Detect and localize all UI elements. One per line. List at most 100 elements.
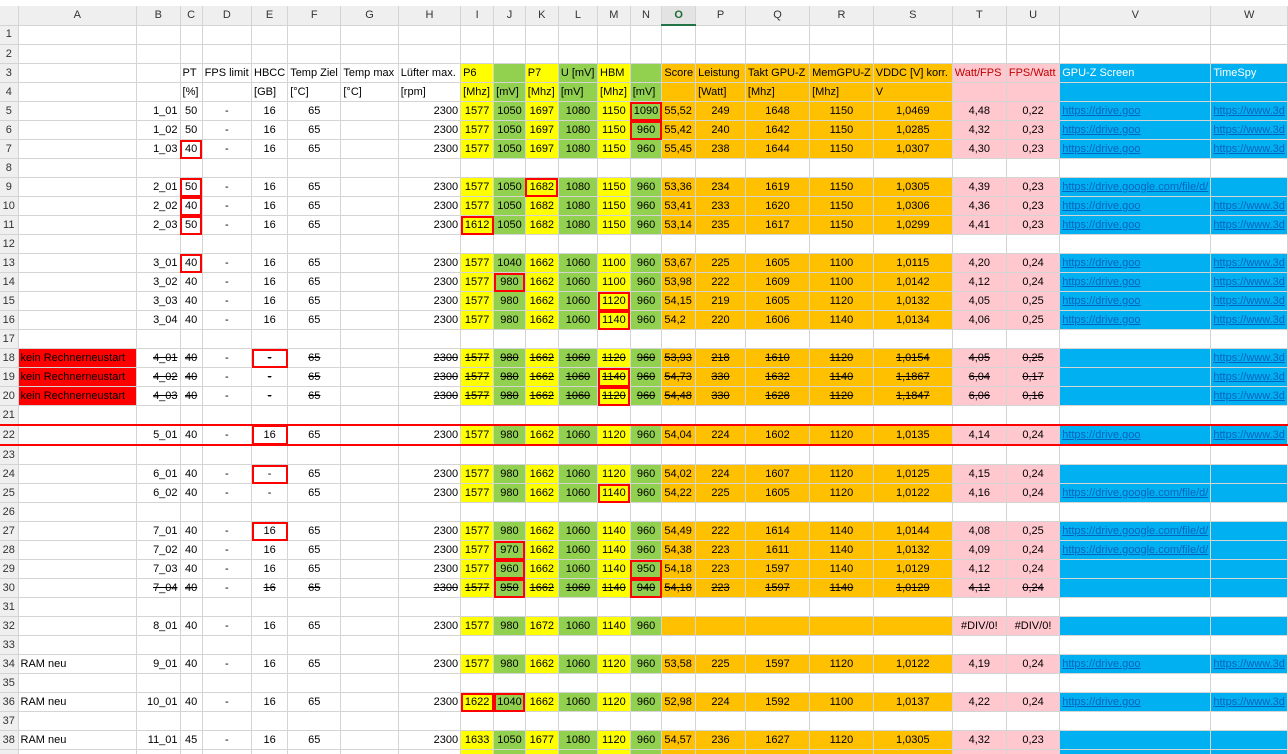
- cell-w9[interactable]: [1210, 177, 1288, 197]
- column-header-c[interactable]: C: [180, 6, 203, 26]
- cell-u35[interactable]: [1006, 673, 1061, 693]
- cell-m7[interactable]: 1150: [597, 139, 631, 159]
- header-cell-c3[interactable]: PT: [180, 63, 203, 83]
- cell-u15[interactable]: 0,25: [1006, 291, 1061, 311]
- cell-e12[interactable]: [251, 234, 289, 254]
- cell-t13[interactable]: 4,20: [952, 253, 1007, 273]
- cell-n29[interactable]: 950: [630, 559, 663, 579]
- cell-k17[interactable]: [525, 329, 559, 349]
- cell-h27[interactable]: 2300: [398, 521, 462, 541]
- cell-a36[interactable]: RAM neu: [18, 692, 138, 712]
- cell-l25[interactable]: 1060: [558, 483, 599, 503]
- cell-f22[interactable]: 65: [287, 424, 342, 446]
- cell-s34[interactable]: 1,0122: [873, 654, 953, 674]
- cell-f8[interactable]: [287, 158, 342, 178]
- cell-q17[interactable]: [745, 329, 811, 349]
- cell-b26[interactable]: [136, 502, 181, 522]
- cell-v30[interactable]: [1059, 578, 1212, 598]
- cell-l29[interactable]: 1060: [558, 559, 599, 579]
- cell-n17[interactable]: [630, 329, 663, 349]
- cell-k20[interactable]: 1662: [525, 386, 559, 406]
- cell-a37[interactable]: [18, 711, 138, 731]
- cell-l11[interactable]: 1080: [558, 215, 599, 235]
- cell-m25[interactable]: 1140: [597, 483, 631, 503]
- row-header-8[interactable]: 8: [0, 158, 19, 178]
- cell-o25[interactable]: 54,22: [661, 483, 697, 503]
- gpuz-link[interactable]: https://drive.google.com/file/d/: [1062, 181, 1208, 193]
- header-cell-b3[interactable]: [136, 63, 181, 83]
- cell-h35[interactable]: [398, 673, 462, 693]
- cell-f12[interactable]: [287, 234, 342, 254]
- cell-a29[interactable]: [18, 559, 138, 579]
- cell-k32[interactable]: 1672: [525, 616, 559, 636]
- cell-d18[interactable]: -: [202, 348, 253, 368]
- cell-t25[interactable]: 4,16: [952, 483, 1007, 503]
- cell-q1[interactable]: [745, 25, 811, 45]
- cell-k35[interactable]: [525, 673, 559, 693]
- cell-k13[interactable]: 1662: [525, 253, 559, 273]
- cell-n10[interactable]: 960: [630, 196, 663, 216]
- cell-s25[interactable]: 1,0122: [873, 483, 953, 503]
- cell-r27[interactable]: 1140: [809, 521, 874, 541]
- cell-d31[interactable]: [202, 597, 253, 617]
- cell-e8[interactable]: [251, 158, 289, 178]
- cell-p34[interactable]: 225: [695, 654, 746, 674]
- header-cell-i3[interactable]: P6: [460, 63, 495, 83]
- cell-a15[interactable]: [18, 291, 138, 311]
- cell-u2[interactable]: [1006, 44, 1061, 64]
- cell-t14[interactable]: 4,12: [952, 272, 1007, 292]
- cell-b14[interactable]: 3_02: [136, 272, 181, 292]
- cell-r35[interactable]: [809, 673, 874, 693]
- cell-a35[interactable]: [18, 673, 138, 693]
- cell-l23[interactable]: [558, 445, 599, 465]
- column-header-g[interactable]: G: [340, 6, 399, 26]
- cell-j22[interactable]: 980: [493, 424, 526, 446]
- cell-n33[interactable]: [630, 635, 663, 655]
- cell-f11[interactable]: 65: [287, 215, 342, 235]
- cell-e17[interactable]: [251, 329, 289, 349]
- cell-w33[interactable]: [1210, 635, 1288, 655]
- cell-t18[interactable]: 4,05: [952, 348, 1007, 368]
- header-cell-l4[interactable]: [mV]: [558, 82, 599, 102]
- cell-p23[interactable]: [695, 445, 746, 465]
- cell-s21[interactable]: [873, 405, 953, 426]
- cell-c33[interactable]: [180, 635, 203, 655]
- cell-h18[interactable]: 2300: [398, 348, 462, 368]
- cell-d2[interactable]: [202, 44, 253, 64]
- row-header-24[interactable]: 24: [0, 464, 19, 484]
- gpuz-link[interactable]: https://drive.goo: [1062, 200, 1140, 212]
- cell-p1[interactable]: [695, 25, 746, 45]
- cell-s18[interactable]: 1,0154: [873, 348, 953, 368]
- cell-v37[interactable]: [1059, 711, 1212, 731]
- cell-v36[interactable]: https://drive.goo: [1059, 692, 1212, 712]
- cell-q29[interactable]: 1597: [745, 559, 811, 579]
- cell-h10[interactable]: 2300: [398, 196, 462, 216]
- cell-e22[interactable]: 16: [251, 424, 289, 446]
- cell-j17[interactable]: [493, 329, 526, 349]
- cell-n12[interactable]: [630, 234, 663, 254]
- cell-l39[interactable]: 1060: [558, 749, 599, 754]
- timespy-link[interactable]: https://www.3d: [1213, 314, 1285, 326]
- row-header-15[interactable]: 15: [0, 291, 19, 311]
- cell-q20[interactable]: 1628: [745, 386, 811, 406]
- row-header-12[interactable]: 12: [0, 234, 19, 254]
- timespy-link[interactable]: https://www.3d: [1213, 200, 1285, 212]
- cell-o7[interactable]: 55,45: [661, 139, 697, 159]
- cell-b22[interactable]: 5_01: [136, 424, 181, 446]
- cell-b30[interactable]: 7_04: [136, 578, 181, 598]
- cell-o38[interactable]: 54,57: [661, 730, 697, 750]
- cell-m24[interactable]: 1120: [597, 464, 631, 484]
- cell-g11[interactable]: [340, 215, 399, 235]
- cell-m8[interactable]: [597, 158, 631, 178]
- cell-r25[interactable]: 1120: [809, 483, 874, 503]
- header-cell-e4[interactable]: [GB]: [251, 82, 289, 102]
- cell-w35[interactable]: [1210, 673, 1288, 693]
- cell-b8[interactable]: [136, 158, 181, 178]
- cell-k11[interactable]: 1682: [525, 215, 559, 235]
- cell-s36[interactable]: 1,0137: [873, 692, 953, 712]
- cell-k7[interactable]: 1697: [525, 139, 559, 159]
- cell-p21[interactable]: [695, 405, 746, 426]
- cell-t29[interactable]: 4,12: [952, 559, 1007, 579]
- cell-n11[interactable]: 960: [630, 215, 663, 235]
- cell-j14[interactable]: 980: [493, 272, 526, 292]
